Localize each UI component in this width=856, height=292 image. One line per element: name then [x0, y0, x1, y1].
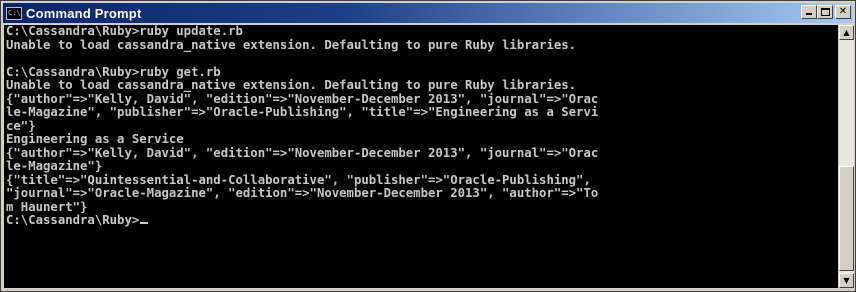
close-button[interactable]: ✕: [835, 5, 851, 19]
console-line: Unable to load cassandra_native extensio…: [6, 37, 577, 52]
console-line: {"author"=>"Kelly, David", "edition"=>"N…: [6, 145, 599, 160]
console-line: {"author"=>"Kelly, David", "edition"=>"N…: [6, 91, 599, 106]
console-icon[interactable]: C:\: [6, 6, 22, 20]
title-bar[interactable]: C:\ Command Prompt ✕: [3, 3, 853, 23]
console-line: le-Magazine"}: [6, 159, 103, 173]
scroll-down-icon: ▼: [843, 276, 850, 285]
console-line: ce"}: [6, 118, 36, 133]
vertical-scrollbar[interactable]: ▲ ▼: [839, 25, 854, 288]
window-title: Command Prompt: [26, 5, 142, 21]
console-line: "journal"=>"Oracle-Magazine", "edition"=…: [6, 186, 599, 200]
scroll-up-button[interactable]: ▲: [839, 25, 854, 40]
console-line: C:\Cassandra\Ruby>ruby update.rb: [6, 25, 243, 38]
scrollbar-thumb[interactable]: [839, 166, 854, 271]
console-line: Engineering as a Service: [6, 132, 184, 146]
maximize-icon: [821, 8, 830, 16]
console-line: Unable to load cassandra_native extensio…: [6, 78, 577, 92]
console-line: C:\Cassandra\Ruby>ruby get.rb: [6, 64, 221, 79]
scroll-up-icon: ▲: [843, 28, 850, 37]
caption-buttons: ✕: [801, 5, 851, 19]
prompt-text: C:\Cassandra\Ruby>: [6, 213, 140, 227]
maximize-button[interactable]: [817, 5, 833, 19]
console-line: le-Magazine", "publisher"=>"Oracle-Publi…: [6, 105, 599, 119]
close-icon: ✕: [838, 6, 848, 17]
text-cursor: [140, 222, 149, 224]
minimize-button[interactable]: [801, 5, 817, 19]
scroll-down-button[interactable]: ▼: [839, 273, 854, 288]
prompt-line[interactable]: C:\Cassandra\Ruby>: [4, 213, 838, 228]
console-line: {"title"=>"Quintessential-and-Collaborat…: [6, 172, 591, 187]
command-prompt-window: C:\ Command Prompt ✕ C:\Cassandra\Ruby>r…: [0, 0, 856, 292]
console-output[interactable]: C:\Cassandra\Ruby>ruby update.rb Unable …: [4, 25, 838, 288]
minimize-icon: [806, 13, 812, 15]
console-line: m Haunert"}: [6, 199, 88, 214]
